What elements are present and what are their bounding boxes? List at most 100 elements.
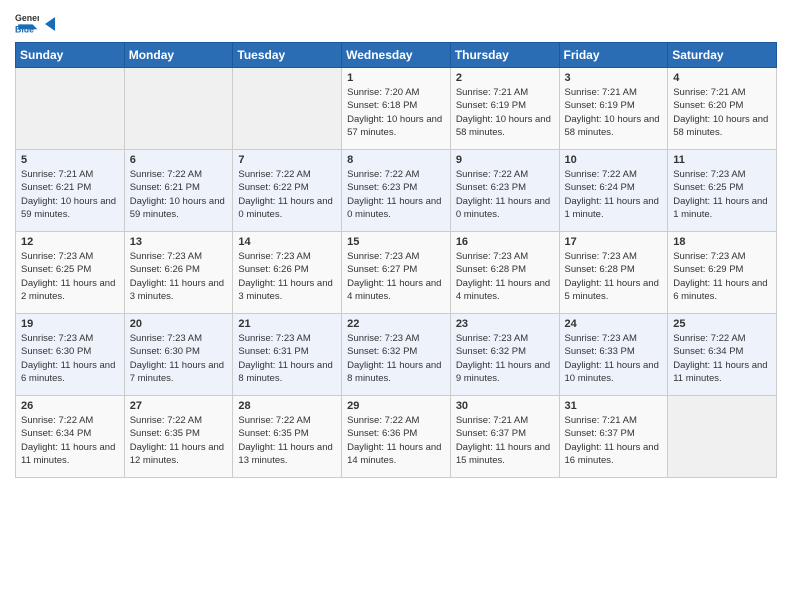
day-number: 18 <box>673 236 771 248</box>
day-number: 7 <box>238 154 336 166</box>
day-info: Sunrise: 7:23 AMSunset: 6:29 PMDaylight:… <box>673 250 771 303</box>
day-info: Sunrise: 7:23 AMSunset: 6:30 PMDaylight:… <box>130 332 228 385</box>
weekday-header-friday: Friday <box>559 43 668 68</box>
day-info: Sunrise: 7:22 AMSunset: 6:23 PMDaylight:… <box>456 168 554 221</box>
weekday-header-row: SundayMondayTuesdayWednesdayThursdayFrid… <box>16 43 777 68</box>
calendar-cell: 25Sunrise: 7:22 AMSunset: 6:34 PMDayligh… <box>668 314 777 396</box>
calendar-cell: 20 Sunrise: 7:23 AMSunset: 6:30 PMDayligh… <box>124 314 233 396</box>
calendar-cell: 6 Sunrise: 7:22 AMSunset: 6:21 PMDaylight… <box>124 150 233 232</box>
calendar-cell: 29 Sunrise: 7:22 AMSunset: 6:36 PMDayligh… <box>342 396 451 478</box>
calendar-cell: 2 Sunrise: 7:21 AMSunset: 6:19 PMDaylight… <box>450 68 559 150</box>
day-info: Sunrise: 7:21 AMSunset: 6:21 PMDaylight:… <box>21 168 119 221</box>
day-info: Sunrise: 7:21 AMSunset: 6:19 PMDaylight:… <box>456 86 554 139</box>
day-info: Sunrise: 7:21 AMSunset: 6:37 PMDaylight:… <box>565 414 663 467</box>
day-info: Sunrise: 7:23 AMSunset: 6:30 PMDaylight:… <box>21 332 119 385</box>
day-info: Sunrise: 7:22 AMSunset: 6:21 PMDaylight:… <box>130 168 228 221</box>
calendar-cell: 12 Sunrise: 7:23 AMSunset: 6:25 PMDayligh… <box>16 232 125 314</box>
day-number: 17 <box>565 236 663 248</box>
day-number: 15 <box>347 236 445 248</box>
day-info: Sunrise: 7:23 AMSunset: 6:26 PMDaylight:… <box>238 250 336 303</box>
day-info: Sunrise: 7:23 AMSunset: 6:31 PMDaylight:… <box>238 332 336 385</box>
calendar-cell: 26Sunrise: 7:22 AMSunset: 6:34 PMDayligh… <box>16 396 125 478</box>
day-info: Sunrise: 7:23 AMSunset: 6:26 PMDaylight:… <box>130 250 228 303</box>
day-number: 13 <box>130 236 228 248</box>
calendar-cell: 7Sunrise: 7:22 AMSunset: 6:22 PMDaylight… <box>233 150 342 232</box>
day-info: Sunrise: 7:23 AMSunset: 6:28 PMDaylight:… <box>456 250 554 303</box>
day-number: 27 <box>130 400 228 412</box>
calendar-cell: 19 Sunrise: 7:23 AMSunset: 6:30 PMDayligh… <box>16 314 125 396</box>
day-info: Sunrise: 7:23 AMSunset: 6:32 PMDaylight:… <box>347 332 445 385</box>
calendar-cell: 1 Sunrise: 7:20 AMSunset: 6:18 PMDaylight… <box>342 68 451 150</box>
day-number: 28 <box>238 400 336 412</box>
calendar-cell: 21 Sunrise: 7:23 AMSunset: 6:31 PMDayligh… <box>233 314 342 396</box>
day-info: Sunrise: 7:21 AMSunset: 6:20 PMDaylight:… <box>673 86 771 139</box>
calendar-week-1: 1 Sunrise: 7:20 AMSunset: 6:18 PMDaylight… <box>16 68 777 150</box>
calendar-week-3: 12 Sunrise: 7:23 AMSunset: 6:25 PMDayligh… <box>16 232 777 314</box>
day-info: Sunrise: 7:23 AMSunset: 6:27 PMDaylight:… <box>347 250 445 303</box>
calendar-cell: 11 Sunrise: 7:23 AMSunset: 6:25 PMDayligh… <box>668 150 777 232</box>
day-number: 22 <box>347 318 445 330</box>
weekday-header-monday: Monday <box>124 43 233 68</box>
calendar-cell <box>668 396 777 478</box>
day-number: 25 <box>673 318 771 330</box>
calendar-cell <box>233 68 342 150</box>
day-number: 8 <box>347 154 445 166</box>
calendar-header: SundayMondayTuesdayWednesdayThursdayFrid… <box>16 43 777 68</box>
calendar-cell: 27 Sunrise: 7:22 AMSunset: 6:35 PMDayligh… <box>124 396 233 478</box>
calendar-body: 1 Sunrise: 7:20 AMSunset: 6:18 PMDaylight… <box>16 68 777 478</box>
calendar-cell: 9 Sunrise: 7:22 AMSunset: 6:23 PMDaylight… <box>450 150 559 232</box>
calendar-cell: 4Sunrise: 7:21 AMSunset: 6:20 PMDaylight… <box>668 68 777 150</box>
day-number: 10 <box>565 154 663 166</box>
calendar-cell: 13 Sunrise: 7:23 AMSunset: 6:26 PMDayligh… <box>124 232 233 314</box>
svg-text:Blue: Blue <box>15 24 34 34</box>
day-number: 3 <box>565 72 663 84</box>
calendar-cell: 17 Sunrise: 7:23 AMSunset: 6:28 PMDayligh… <box>559 232 668 314</box>
day-number: 14 <box>238 236 336 248</box>
calendar-cell: 23 Sunrise: 7:23 AMSunset: 6:32 PMDayligh… <box>450 314 559 396</box>
header: General Blue <box>15 10 777 34</box>
calendar-week-2: 5Sunrise: 7:21 AMSunset: 6:21 PMDaylight… <box>16 150 777 232</box>
weekday-header-tuesday: Tuesday <box>233 43 342 68</box>
calendar-cell: 30Sunrise: 7:21 AMSunset: 6:37 PMDayligh… <box>450 396 559 478</box>
day-info: Sunrise: 7:23 AMSunset: 6:33 PMDaylight:… <box>565 332 663 385</box>
page: General Blue SundayMondayTuesdayWed <box>0 0 792 612</box>
day-info: Sunrise: 7:23 AMSunset: 6:25 PMDaylight:… <box>21 250 119 303</box>
day-number: 2 <box>456 72 554 84</box>
calendar-cell: 3Sunrise: 7:21 AMSunset: 6:19 PMDaylight… <box>559 68 668 150</box>
day-number: 11 <box>673 154 771 166</box>
weekday-header-wednesday: Wednesday <box>342 43 451 68</box>
day-number: 30 <box>456 400 554 412</box>
weekday-header-saturday: Saturday <box>668 43 777 68</box>
calendar-cell: 31Sunrise: 7:21 AMSunset: 6:37 PMDayligh… <box>559 396 668 478</box>
day-info: Sunrise: 7:20 AMSunset: 6:18 PMDaylight:… <box>347 86 445 139</box>
day-number: 19 <box>21 318 119 330</box>
day-number: 1 <box>347 72 445 84</box>
day-number: 6 <box>130 154 228 166</box>
logo-icon: General Blue <box>15 10 39 34</box>
calendar-cell: 18 Sunrise: 7:23 AMSunset: 6:29 PMDayligh… <box>668 232 777 314</box>
day-info: Sunrise: 7:22 AMSunset: 6:36 PMDaylight:… <box>347 414 445 467</box>
calendar-cell: 24 Sunrise: 7:23 AMSunset: 6:33 PMDayligh… <box>559 314 668 396</box>
day-number: 9 <box>456 154 554 166</box>
weekday-header-sunday: Sunday <box>16 43 125 68</box>
calendar-cell: 16 Sunrise: 7:23 AMSunset: 6:28 PMDayligh… <box>450 232 559 314</box>
day-info: Sunrise: 7:23 AMSunset: 6:25 PMDaylight:… <box>673 168 771 221</box>
day-info: Sunrise: 7:23 AMSunset: 6:28 PMDaylight:… <box>565 250 663 303</box>
calendar-cell: 8Sunrise: 7:22 AMSunset: 6:23 PMDaylight… <box>342 150 451 232</box>
day-number: 23 <box>456 318 554 330</box>
day-number: 24 <box>565 318 663 330</box>
day-info: Sunrise: 7:22 AMSunset: 6:35 PMDaylight:… <box>130 414 228 467</box>
calendar-cell: 5Sunrise: 7:21 AMSunset: 6:21 PMDaylight… <box>16 150 125 232</box>
day-number: 12 <box>21 236 119 248</box>
day-number: 16 <box>456 236 554 248</box>
day-info: Sunrise: 7:23 AMSunset: 6:32 PMDaylight:… <box>456 332 554 385</box>
day-info: Sunrise: 7:22 AMSunset: 6:35 PMDaylight:… <box>238 414 336 467</box>
logo: General Blue <box>15 10 63 34</box>
day-number: 20 <box>130 318 228 330</box>
calendar-cell: 15 Sunrise: 7:23 AMSunset: 6:27 PMDayligh… <box>342 232 451 314</box>
day-number: 29 <box>347 400 445 412</box>
calendar-cell: 22 Sunrise: 7:23 AMSunset: 6:32 PMDayligh… <box>342 314 451 396</box>
day-number: 21 <box>238 318 336 330</box>
calendar-cell: 10Sunrise: 7:22 AMSunset: 6:24 PMDayligh… <box>559 150 668 232</box>
calendar-week-5: 26Sunrise: 7:22 AMSunset: 6:34 PMDayligh… <box>16 396 777 478</box>
